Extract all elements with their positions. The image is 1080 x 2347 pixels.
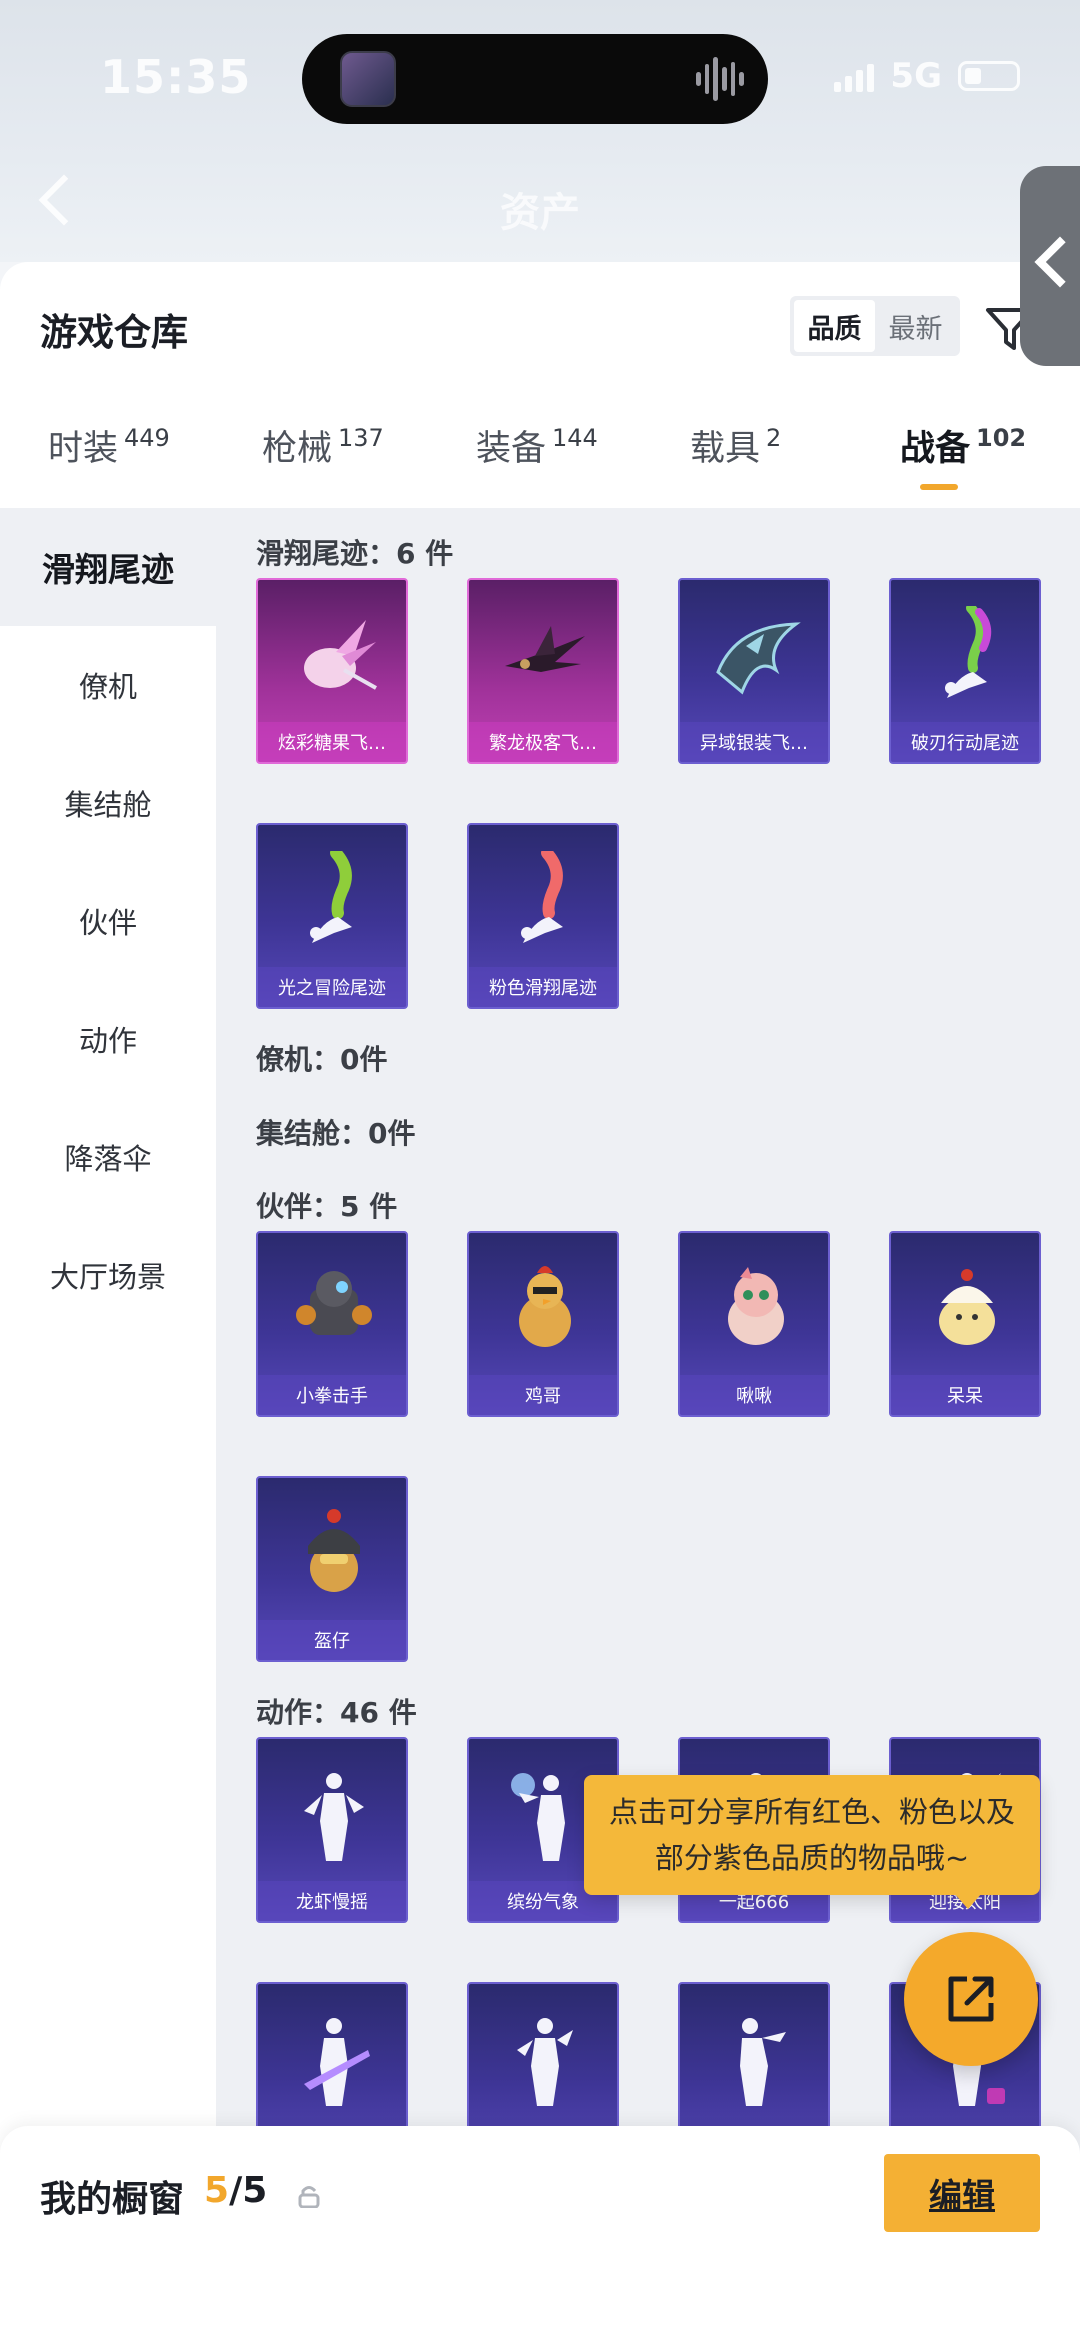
item-card[interactable]: 小拳击手: [256, 1231, 408, 1417]
trail-figure-icon: [521, 851, 563, 943]
active-tab-indicator: [920, 484, 958, 490]
tooltip-line: 部分紫色品质的物品哦~: [654, 1841, 970, 1875]
sort-newest-button[interactable]: 最新: [875, 300, 956, 352]
section-label-pod: 集结舱：0件: [256, 1117, 416, 1150]
back-icon[interactable]: [36, 174, 72, 234]
item-content: 滑翔尾迹：6 件 炫彩糖果飞… 繁龙极客飞… 异域银装飞… 破刃行动尾迹 光之冒…: [216, 508, 1080, 2347]
tab-vehicles[interactable]: 载具 2: [690, 420, 781, 471]
item-name: 炫彩糖果飞…: [258, 722, 406, 762]
section-label-glide: 滑翔尾迹：6 件: [256, 537, 454, 570]
dynamic-island: [302, 34, 768, 124]
sidebar-item-pod[interactable]: 集结舱: [0, 744, 216, 862]
dance-figure-icon: [740, 2018, 786, 2106]
sidebar-item-parachute[interactable]: 降落伞: [0, 1098, 216, 1216]
section-label-wingman: 僚机：0件: [256, 1043, 388, 1076]
item-name: 光之冒险尾迹: [258, 967, 406, 1007]
item-card[interactable]: 啾啾: [678, 1231, 830, 1417]
showcase-bar: 我的橱窗 5/5 编辑: [0, 2126, 1080, 2347]
subcategory-sidebar: 滑翔尾迹 僚机 集结舱 伙伴 动作 降落伞 大厅场景: [0, 508, 216, 2347]
item-card[interactable]: 光之冒险尾迹: [256, 823, 408, 1009]
item-name: 龙虾慢摇: [258, 1881, 406, 1921]
item-name: 小拳击手: [258, 1375, 406, 1415]
tooltip-line: 点击可分享所有红色、粉色以及: [608, 1795, 1015, 1829]
sidebar-item-partner[interactable]: 伙伴: [0, 862, 216, 980]
dragon-glider-icon: [505, 626, 585, 672]
helmet-chick-partner-icon: [308, 1509, 360, 1592]
warehouse-title: 游戏仓库: [40, 311, 188, 354]
tab-weapons[interactable]: 枪械 137: [262, 420, 384, 471]
item-name: 呆呆: [891, 1375, 1039, 1415]
collapse-handle-icon[interactable]: [1020, 166, 1080, 366]
status-indicators: 5G: [834, 56, 1020, 96]
item-card[interactable]: 鸡哥: [467, 1231, 619, 1417]
status-time: 15:35: [100, 50, 252, 104]
item-card[interactable]: 异域银装飞…: [678, 578, 830, 764]
sheet-header: 游戏仓库 品质 最新: [0, 262, 1080, 392]
dance-figure-icon: [304, 1773, 364, 1861]
item-card[interactable]: 呆呆: [889, 1231, 1041, 1417]
tab-equipment[interactable]: 装备 144: [476, 420, 598, 471]
trail-figure-icon: [945, 606, 992, 698]
item-name: 粉色滑翔尾迹: [469, 967, 617, 1007]
item-card[interactable]: 繁龙极客飞…: [467, 578, 619, 764]
item-card[interactable]: 盔仔: [256, 1476, 408, 1662]
sidebar-item-emote[interactable]: 动作: [0, 980, 216, 1098]
item-card[interactable]: 炫彩糖果飞…: [256, 578, 408, 764]
now-playing-thumbnail: [340, 51, 396, 107]
item-name: 鸡哥: [469, 1375, 617, 1415]
item-card[interactable]: 粉色滑翔尾迹: [467, 823, 619, 1009]
warehouse-body: 滑翔尾迹 僚机 集结舱 伙伴 动作 降落伞 大厅场景 滑翔尾迹：6 件 炫彩糖果…: [0, 508, 1080, 2347]
item-name: 盔仔: [258, 1620, 406, 1660]
tab-fashion[interactable]: 时装 449: [48, 420, 170, 471]
page-title: 资产: [500, 190, 580, 236]
section-label-emote: 动作：46 件: [256, 1696, 417, 1729]
item-name: 啾啾: [680, 1375, 828, 1415]
edit-button[interactable]: 编辑: [884, 2154, 1040, 2232]
share-button[interactable]: [904, 1932, 1038, 2066]
battery-icon: [958, 61, 1020, 91]
section-label-partner: 伙伴：5 件: [256, 1190, 398, 1223]
chicken-partner-icon: [519, 1266, 571, 1347]
item-name: 异域银装飞…: [680, 722, 828, 762]
item-name: 破刃行动尾迹: [891, 722, 1039, 762]
candy-glider-icon: [304, 620, 377, 690]
category-tabs: 时装 449 枪械 137 装备 144 载具 2 战备 102: [0, 392, 1080, 508]
trail-figure-icon: [310, 851, 352, 943]
network-label: 5G: [890, 56, 942, 96]
guitar-figure-icon: [304, 2018, 370, 2106]
audio-wave-icon: [695, 56, 745, 102]
sort-toggle: 品质 最新: [790, 296, 960, 356]
signal-icon: [834, 60, 875, 92]
share-icon: [948, 1976, 994, 2022]
sidebar-item-wingman[interactable]: 僚机: [0, 626, 216, 744]
weather-figure-icon: [511, 1773, 565, 1861]
boxer-partner-icon: [296, 1271, 372, 1335]
sort-quality-button[interactable]: 品质: [794, 300, 875, 352]
bird-partner-icon: [728, 1267, 784, 1345]
sidebar-item-glide-trail[interactable]: 滑翔尾迹: [0, 508, 216, 626]
sidebar-item-lobby-scene[interactable]: 大厅场景: [0, 1216, 216, 1334]
chick-partner-icon: [939, 1269, 995, 1345]
item-card[interactable]: 破刃行动尾迹: [889, 578, 1041, 764]
share-tooltip: 点击可分享所有红色、粉色以及 部分紫色品质的物品哦~: [584, 1775, 1040, 1909]
item-name: 繁龙极客飞…: [469, 722, 617, 762]
showcase-count: 5/5: [204, 2170, 268, 2211]
showcase-label: 我的橱窗: [40, 2179, 185, 2220]
game-background: 15:35 5G 资产: [0, 0, 1080, 262]
tab-gear[interactable]: 战备 102: [900, 420, 1026, 471]
item-card[interactable]: 龙虾慢摇: [256, 1737, 408, 1923]
lock-icon: [298, 2186, 320, 2208]
dance-figure-icon: [517, 2018, 573, 2106]
silver-glider-icon: [716, 622, 801, 695]
